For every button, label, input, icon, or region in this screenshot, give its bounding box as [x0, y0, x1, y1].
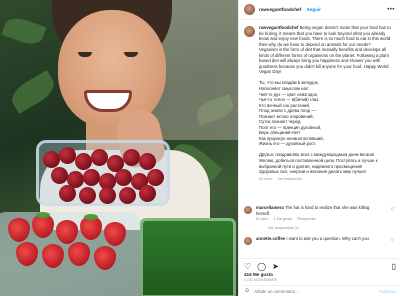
- cherry: [119, 187, 136, 204]
- cherry: [75, 153, 92, 170]
- comment-meta: 51 sem 1 Me gusta Responder: [256, 217, 384, 223]
- like-count[interactable]: 416 Me gusta: [244, 272, 273, 277]
- more-options-icon[interactable]: •••: [387, 7, 395, 13]
- cherry: [123, 149, 140, 166]
- view-replies-link[interactable]: Ver respuestas (1): [268, 226, 384, 232]
- like-heart-icon[interactable]: ♡: [244, 262, 251, 271]
- cherry: [43, 151, 60, 168]
- cherry: [99, 187, 116, 204]
- cherry: [79, 187, 96, 204]
- strawberry-leaf: [36, 212, 50, 218]
- cherry: [147, 169, 164, 186]
- cherry: [139, 153, 156, 170]
- bg-leaf: [7, 70, 59, 114]
- reply-button[interactable]: Responder: [297, 217, 316, 221]
- publish-button[interactable]: Publicar: [379, 289, 396, 294]
- comment-time: 51 sem: [256, 217, 269, 221]
- cherry: [83, 169, 100, 186]
- separator-dot: ·: [303, 7, 305, 12]
- cherry: [91, 149, 108, 166]
- cherry: [51, 167, 68, 184]
- cherry-container: [36, 140, 170, 206]
- caption-area: rawvegantfoodchef Being vegan doesn't me…: [239, 21, 400, 205]
- caption-paragraph: Желаю, добиться поставленной цели. Посту…: [259, 158, 378, 169]
- caption-paragraph: Veganism is the form of diet that mutual…: [259, 47, 389, 75]
- save-bookmark-icon[interactable]: ▯: [392, 262, 396, 271]
- caption-meta: 51 sem · Ver traducción: [259, 175, 303, 181]
- post-date: 1 DE NOVIEMBRE: [244, 278, 278, 282]
- cherry: [59, 147, 76, 164]
- comment-likes[interactable]: 1 Me gusta: [274, 217, 293, 221]
- strawberry: [56, 220, 78, 244]
- follow-button[interactable]: Seguir: [307, 7, 321, 12]
- share-send-icon[interactable]: ➤: [272, 262, 279, 271]
- post-actions-bar: ♡ ◯ ➤ ▯: [239, 258, 400, 271]
- comment-bubble-icon[interactable]: ◯: [257, 262, 266, 271]
- post-photo[interactable]: [0, 0, 238, 296]
- caption-timestamp: 51 sem: [259, 175, 272, 181]
- commenter-username[interactable]: marcellamera: [256, 205, 284, 210]
- comment-input[interactable]: [254, 288, 375, 294]
- commenter-username[interactable]: annette.coffee: [256, 236, 285, 241]
- comment-text: I want to ask you a question. Why can't …: [286, 236, 369, 241]
- commenter-avatar[interactable]: [244, 206, 252, 214]
- cherry: [115, 169, 132, 186]
- caption-row: rawvegantfoodchef Being vegan doesn't me…: [244, 25, 396, 181]
- comment-item: marcellamera The hat is hard to realize …: [239, 205, 400, 231]
- strawberry: [94, 246, 116, 270]
- caption-avatar[interactable]: [244, 26, 255, 37]
- caption-paragraph: Здоровых сил, энергии и желания делать м…: [259, 169, 367, 175]
- strawberry-bowl: [0, 212, 142, 296]
- comment-body: annette.coffee I want to ask you a quest…: [256, 236, 384, 245]
- strawberry: [16, 242, 38, 266]
- cherry: [59, 185, 76, 202]
- strawberry: [104, 222, 126, 246]
- post-header: rawvegantfoodchef · Seguir •••: [239, 0, 400, 20]
- emoji-icon[interactable]: ☺: [244, 288, 250, 294]
- comment-like-heart-icon[interactable]: ♡: [391, 207, 395, 213]
- strawberry: [8, 218, 30, 242]
- instagram-post-view: rawvegantfoodchef · Seguir ••• rawvegant…: [0, 0, 400, 296]
- add-comment-bar: ☺ Publicar: [239, 285, 400, 296]
- post-side-panel: rawvegantfoodchef · Seguir ••• rawvegant…: [238, 0, 400, 296]
- commenter-avatar[interactable]: [244, 237, 252, 245]
- strawberry-leaf: [84, 214, 98, 220]
- author-avatar[interactable]: [244, 4, 255, 15]
- translate-link[interactable]: Ver traducción: [277, 176, 302, 181]
- comment-body: marcellamera The hat is hard to realize …: [256, 205, 384, 231]
- cherry: [139, 185, 156, 202]
- comment-like-heart-icon[interactable]: ♡: [391, 238, 395, 244]
- bg-leaf: [1, 13, 47, 49]
- strawberry: [68, 242, 90, 266]
- green-juice-glass: [140, 218, 236, 296]
- comment-item: annette.coffee I want to ask you a quest…: [239, 236, 400, 245]
- strawberry: [42, 244, 64, 268]
- caption-username[interactable]: rawvegantfoodchef: [259, 25, 298, 30]
- caption-text: rawvegantfoodchef Being vegan doesn't me…: [259, 25, 396, 181]
- author-username[interactable]: rawvegantfoodchef: [259, 7, 301, 12]
